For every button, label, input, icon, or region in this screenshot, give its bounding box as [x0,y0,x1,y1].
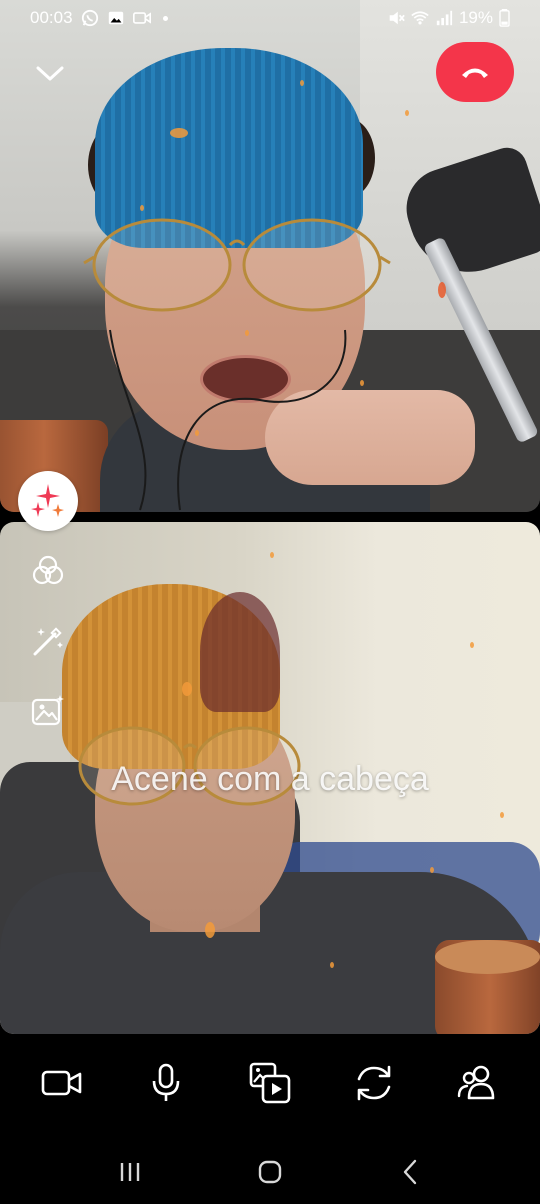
ar-effect-instruction: Acene com a cabeça [111,760,429,798]
spark [140,205,144,211]
battery-icon [499,9,510,27]
spark [245,330,249,336]
filters-icon [32,555,64,585]
hat-shadow [200,592,280,712]
home-button[interactable] [240,1147,300,1197]
spark [205,922,215,938]
spark [405,110,409,116]
filters-button[interactable] [28,551,68,591]
spark [170,128,188,138]
spark [270,552,274,558]
background-button[interactable] [28,691,68,731]
system-navigation-bar [0,1140,540,1204]
spark [430,867,434,873]
background-image-icon [31,695,64,726]
video-call-screen: 00:03 19% Acene com a cabeça [0,0,540,1204]
glasses-filter [83,218,391,312]
share-media-button[interactable] [242,1055,298,1111]
spark [330,962,334,968]
chevron-down-icon [36,66,64,81]
effects-sparkle-icon [31,484,64,517]
back-icon [403,1159,417,1185]
spark [300,80,304,86]
participants-icon [457,1065,495,1100]
spark [438,282,446,298]
recents-button[interactable] [100,1147,160,1197]
media-share-icon [249,1062,291,1104]
log-stump-top [435,940,540,974]
minimize-call-button[interactable] [30,56,70,92]
video-icon [132,12,151,24]
spark [360,380,364,386]
back-button[interactable] [380,1147,440,1197]
spark [182,682,192,696]
battery-percent: 19% [458,8,493,27]
call-controls-bar [0,1048,540,1118]
camera-icon [41,1070,82,1096]
spark [500,812,504,818]
participants-button[interactable] [450,1055,506,1111]
signal-icon [436,10,453,26]
end-call-button[interactable] [436,42,514,102]
magic-wand-icon [33,627,63,656]
status-bar: 00:03 19% [0,0,540,36]
touch-up-button[interactable] [28,621,68,661]
mute-icon [389,11,405,25]
switch-camera-button[interactable] [346,1055,402,1111]
spark [470,642,474,648]
switch-camera-icon [357,1065,391,1101]
whatsapp-icon [81,9,98,27]
spark [195,430,199,436]
notification-dot [162,15,168,21]
wifi-icon [411,11,429,25]
hang-up-icon [462,68,488,78]
recents-icon [120,1163,140,1181]
earphone-cable [109,329,347,511]
gallery-icon [108,11,123,25]
toggle-microphone-button[interactable] [138,1055,194,1111]
toggle-camera-button[interactable] [34,1055,90,1111]
status-time: 00:03 [30,8,73,27]
home-icon [258,1160,282,1184]
effects-button[interactable] [18,471,78,531]
microphone-icon [152,1063,180,1101]
